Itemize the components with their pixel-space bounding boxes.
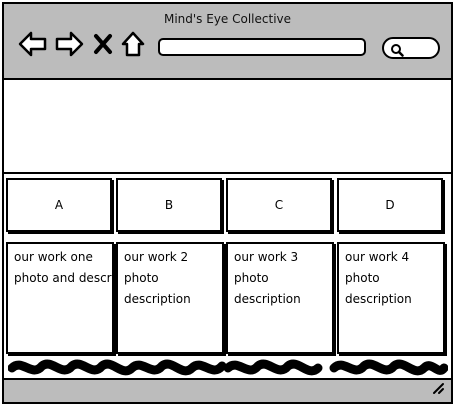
forward-arrow-icon[interactable] <box>54 30 84 58</box>
resize-grip-icon[interactable] <box>431 380 445 399</box>
card-photo-label: photo <box>234 271 269 285</box>
address-bar[interactable] <box>158 38 366 56</box>
tab-label: B <box>164 198 174 212</box>
home-icon[interactable] <box>120 30 146 58</box>
tab-b[interactable]: B <box>116 178 222 232</box>
card-photo-label: photo <box>124 271 159 285</box>
tab-a[interactable]: A <box>6 178 112 232</box>
card-title: our work one <box>14 250 93 264</box>
card-description: description <box>345 292 412 306</box>
back-arrow-icon[interactable] <box>18 30 48 58</box>
browser-toolbar: Mind's Eye Collective <box>4 4 451 80</box>
status-bar <box>4 378 451 402</box>
card-description: description <box>234 292 301 306</box>
tab-label: C <box>274 198 284 212</box>
tab-label: A <box>54 198 64 212</box>
stop-close-icon[interactable] <box>92 30 114 58</box>
hero-banner-placeholder <box>4 82 451 174</box>
browser-window: Mind's Eye Collective A B C D our work o… <box>2 2 453 404</box>
work-card-2[interactable]: our work 2 photo description <box>116 242 224 354</box>
card-title: our work 2 <box>124 250 189 264</box>
card-description: photo and description <box>14 271 112 285</box>
search-button[interactable] <box>382 37 440 59</box>
card-photo-label: photo <box>345 271 380 285</box>
search-icon <box>390 42 404 61</box>
work-card-4[interactable]: our work 4 photo description <box>337 242 445 354</box>
work-card-3[interactable]: our work 3 photo description <box>226 242 334 354</box>
tab-label: D <box>385 198 395 212</box>
card-title: our work 3 <box>234 250 299 264</box>
tab-d[interactable]: D <box>337 178 443 232</box>
tab-c[interactable]: C <box>226 178 332 232</box>
card-description: description <box>124 292 191 306</box>
window-title: Mind's Eye Collective <box>163 12 292 26</box>
work-card-1[interactable]: our work one photo and description <box>6 242 114 354</box>
footer-scribble-placeholder <box>8 359 448 376</box>
card-title: our work 4 <box>345 250 410 264</box>
